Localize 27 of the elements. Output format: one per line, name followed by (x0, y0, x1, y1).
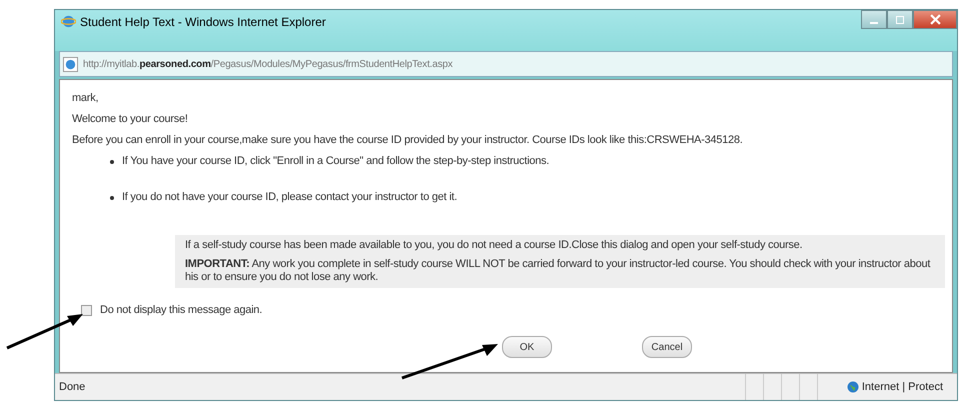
note-text: IMPORTANT: Any work you complete in self-study course WILL NOT be carried forward to your instructor-led course. You should check with your instructor about his or to ensure you do not lose any work. (185, 258, 932, 284)
close-button[interactable] (913, 10, 957, 29)
window-title: Student Help Text - Windows Internet Explorer (80, 14, 326, 28)
minimize-icon (870, 22, 878, 24)
address-bar[interactable]: http://myitlab.pearsoned.com/Pegasus/Modules/MyPegasus/frmStudentHelpText.aspx (59, 51, 953, 77)
zone-text: Internet | Protect (862, 381, 943, 393)
ok-button[interactable]: OK (502, 336, 552, 358)
bullet-icon (110, 160, 114, 164)
cancel-button[interactable]: Cancel (642, 336, 692, 358)
welcome-text: Welcome to your course! (72, 113, 189, 126)
status-text: Done (59, 381, 86, 393)
checkbox[interactable] (81, 305, 92, 316)
bullet-text: If you do not have your course ID, please contact your instructor to get it. (122, 191, 458, 204)
url-text: http://myitlab.pearsoned.com/Pegasus/Modules/MyPegasus/frmStudentHelpText.aspx (83, 58, 453, 70)
bullet-text: If You have your course ID, click "Enroll in a Course" and follow the step-by-step instructions. (122, 155, 550, 168)
intro-text: Before you can enroll in your course,make sure you have the course ID provided by your instructor. Course IDs look like this:CRSWEHA-345128. (72, 134, 744, 147)
browser-logo-icon (61, 14, 76, 29)
page-icon (63, 56, 78, 72)
greeting-text: mark, (72, 92, 100, 105)
checkbox-label: Do not display this message again. (100, 304, 262, 317)
maximize-icon (895, 14, 905, 24)
note-text: If a self-study course has been made available to you, you do not need a course ID.Close this dialog and open your self-study course. (185, 239, 804, 252)
close-icon (930, 14, 940, 25)
globe-icon (846, 381, 859, 393)
bullet-icon (110, 196, 114, 200)
maximize-button[interactable] (887, 10, 913, 29)
minimize-button[interactable] (861, 10, 887, 29)
